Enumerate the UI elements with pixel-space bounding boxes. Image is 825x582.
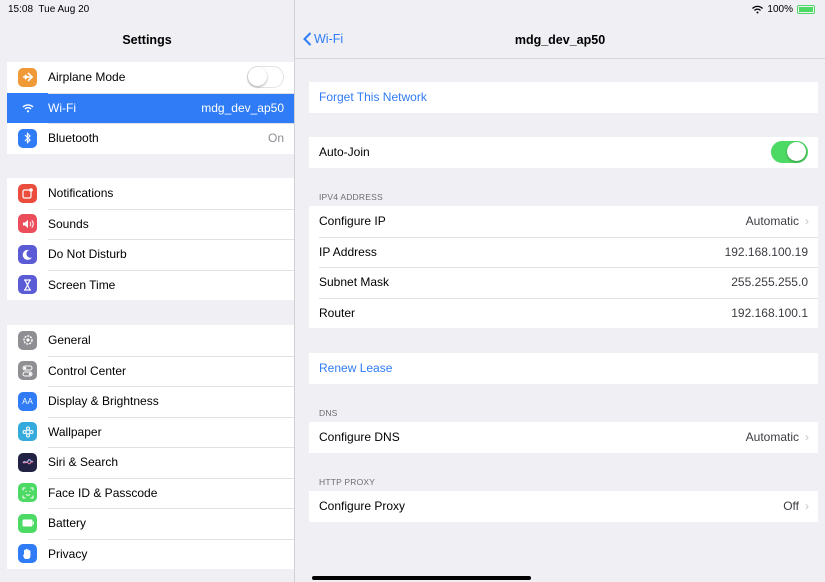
home-indicator [312, 576, 531, 580]
notifications-icon [18, 183, 37, 203]
ip-address-label: IP Address [319, 244, 377, 259]
battery-icon [18, 513, 37, 533]
configure-ip-value: Automatic [745, 214, 799, 229]
sidebar-item-label: Wallpaper [48, 424, 102, 439]
router-value: 192.168.100.1 [731, 305, 808, 320]
configure-dns-label: Configure DNS [319, 430, 400, 445]
wifi-network-detail: 100% Wi-Fi mdg_dev_ap50 Forget This Netw… [295, 0, 825, 582]
router-row: Router 192.168.100.1 [309, 297, 818, 329]
sidebar-item-screen-time[interactable]: Screen Time [7, 269, 294, 301]
sidebar-item-label: Siri & Search [48, 455, 119, 470]
configure-dns-row[interactable]: Configure DNS Automatic › [309, 422, 818, 453]
siri-icon [18, 452, 37, 472]
ip-address-value: 192.168.100.19 [724, 244, 808, 259]
sidebar-group-general: General Control Center AA Display & Brig… [7, 325, 294, 569]
wallpaper-icon [18, 422, 37, 442]
speaker-icon [18, 214, 37, 234]
sidebar-item-general[interactable]: General [7, 325, 294, 356]
moon-icon [18, 244, 37, 264]
sidebar-item-sounds[interactable]: Sounds [7, 208, 294, 240]
renew-lease-label: Renew Lease [319, 361, 393, 376]
status-time-date: 15:08 Tue Aug 20 [8, 4, 89, 15]
page-title: mdg_dev_ap50 [514, 33, 606, 47]
hand-icon [18, 544, 37, 564]
sidebar-item-label: Display & Brightness [48, 394, 159, 409]
sidebar-item-label: Privacy [48, 546, 88, 561]
sidebar-item-bluetooth[interactable]: Bluetooth On [7, 123, 294, 154]
ipv4-section-header: IPV4 ADDRESS [319, 192, 383, 202]
subnet-mask-row: Subnet Mask 255.255.255.0 [309, 267, 818, 298]
bluetooth-value: On [267, 131, 284, 146]
dns-group: Configure DNS Automatic › [309, 422, 818, 453]
sidebar-item-control-center[interactable]: Control Center [7, 355, 294, 387]
sidebar-item-label: Face ID & Passcode [48, 485, 158, 500]
forget-network-group: Forget This Network [309, 82, 818, 113]
configure-dns-value: Automatic [745, 430, 799, 445]
router-label: Router [319, 305, 356, 320]
bluetooth-icon [18, 128, 37, 148]
ip-address-row: IP Address 192.168.100.19 [309, 236, 818, 268]
renew-lease-group: Renew Lease [309, 353, 818, 384]
configure-ip-row[interactable]: Configure IP Automatic › [309, 206, 818, 237]
chevron-right-icon: › [805, 499, 809, 514]
renew-lease-button[interactable]: Renew Lease [309, 353, 818, 384]
auto-join-toggle[interactable] [771, 141, 808, 164]
sidebar-item-notifications[interactable]: Notifications [7, 178, 294, 209]
http-proxy-group: Configure Proxy Off › [309, 491, 818, 522]
subnet-mask-label: Subnet Mask [319, 275, 390, 290]
nav-bar: Wi-Fi mdg_dev_ap50 [295, 0, 825, 59]
auto-join-row: Auto-Join [309, 137, 818, 168]
sidebar-item-privacy[interactable]: Privacy [7, 538, 294, 570]
ipv4-group: Configure IP Automatic › IP Address 192.… [309, 206, 818, 328]
sidebar-item-airplane-mode[interactable]: Airplane Mode [7, 62, 294, 93]
sidebar-item-label: Do Not Disturb [48, 247, 127, 262]
auto-join-group: Auto-Join [309, 137, 818, 168]
sidebar-group-connectivity: Airplane Mode Wi-Fi mdg_dev_ap50 Bluetoo… [7, 62, 294, 154]
sidebar-item-label: Control Center [48, 363, 127, 378]
subnet-mask-value: 255.255.255.0 [731, 275, 808, 290]
sidebar-item-label: Battery [48, 516, 87, 531]
sidebar-item-siri-search[interactable]: Siri & Search [7, 447, 294, 478]
configure-proxy-value: Off [783, 499, 799, 514]
sidebar-item-battery[interactable]: Battery [7, 508, 294, 539]
chevron-right-icon: › [805, 214, 809, 229]
sidebar-item-face-id-passcode[interactable]: Face ID & Passcode [7, 477, 294, 509]
configure-ip-label: Configure IP [319, 214, 386, 229]
sidebar-item-wifi[interactable]: Wi-Fi mdg_dev_ap50 [7, 92, 294, 123]
sidebar-item-label: Airplane Mode [48, 70, 126, 85]
status-date: Tue Aug 20 [38, 4, 90, 15]
control-center-icon [18, 361, 37, 381]
wifi-network-value: mdg_dev_ap50 [201, 100, 284, 115]
chevron-right-icon: › [805, 430, 809, 445]
sidebar-item-label: Bluetooth [48, 131, 99, 146]
sidebar-item-display-brightness[interactable]: AA Display & Brightness [7, 386, 294, 417]
sidebar-item-label: Screen Time [48, 277, 116, 292]
sidebar-item-do-not-disturb[interactable]: Do Not Disturb [7, 239, 294, 270]
sidebar-item-label: General [48, 333, 91, 348]
gear-icon [18, 330, 37, 350]
sidebar-item-label: Notifications [48, 186, 114, 201]
sidebar-title: Settings [122, 33, 172, 47]
configure-proxy-label: Configure Proxy [319, 499, 406, 514]
sidebar-item-label: Wi-Fi [48, 100, 76, 115]
auto-join-label: Auto-Join [319, 145, 370, 160]
http-proxy-section-header: HTTP PROXY [319, 477, 376, 487]
face-id-icon [18, 483, 37, 503]
settings-sidebar: 15:08 Tue Aug 20 Settings Airplane Mode … [0, 0, 295, 582]
hourglass-icon [18, 275, 37, 295]
status-time: 15:08 [8, 4, 34, 15]
wifi-icon [18, 98, 37, 118]
sidebar-group-notifications: Notifications Sounds Do Not Disturb Scre… [7, 178, 294, 300]
airplane-mode-toggle[interactable] [247, 66, 284, 89]
airplane-icon [18, 67, 37, 87]
sidebar-item-label: Sounds [48, 216, 89, 231]
sidebar-item-wallpaper[interactable]: Wallpaper [7, 416, 294, 448]
dns-section-header: DNS [319, 408, 338, 418]
forget-network-button[interactable]: Forget This Network [309, 82, 818, 113]
forget-network-label: Forget This Network [319, 90, 427, 105]
display-icon: AA [18, 391, 37, 411]
configure-proxy-row[interactable]: Configure Proxy Off › [309, 491, 818, 522]
